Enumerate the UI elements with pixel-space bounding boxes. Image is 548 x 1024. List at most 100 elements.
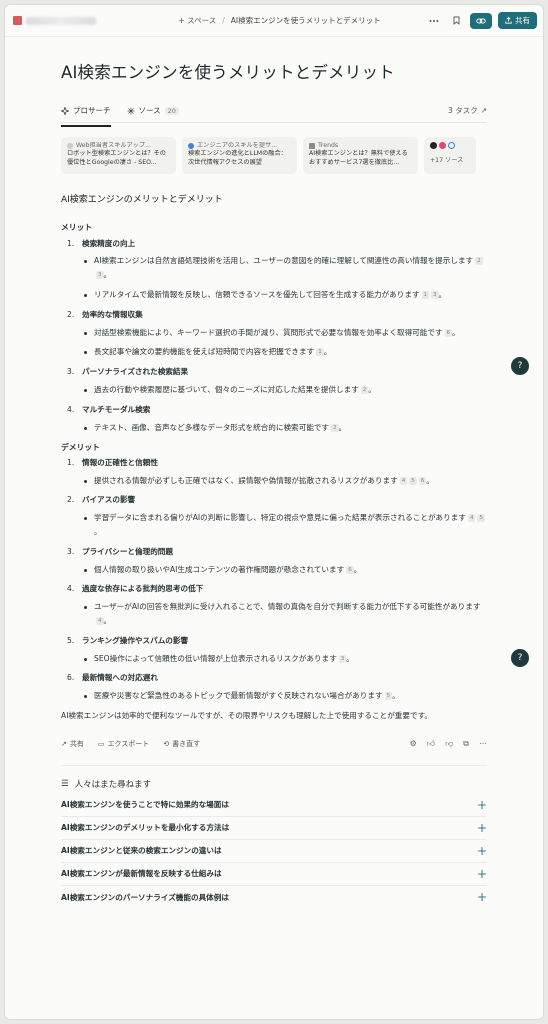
answer-body: AI検索エンジンのメリットとデメリット メリット 1. 検索精度の向上 AI検索エン… — [61, 192, 487, 723]
citation-badge[interactable]: 5 — [409, 476, 417, 485]
related-question-text: AI検索エンジンを使うことで特に効果的な場面は — [61, 800, 229, 810]
bookmark-icon[interactable] — [448, 13, 464, 29]
help-button[interactable]: ? — [511, 649, 529, 667]
tasks-label: 3 タスク — [448, 106, 478, 115]
citation-badge[interactable]: 3 — [96, 271, 104, 280]
item-heading: 3. プライバシーと倫理的問題 — [67, 545, 487, 559]
more-icon[interactable]: ⋯ — [479, 739, 487, 749]
link-icon[interactable] — [470, 12, 492, 29]
bullet-list: テキスト、画像、音声など多様なデータ形式を統合的に検索可能です 2。 — [67, 421, 487, 435]
related-question-text: AI検索エンジンと従来の検索エンジンの違いは — [61, 846, 222, 856]
source-card[interactable]: エンジニアのスキルを提サ... 検索エンジンの進化とLLMの融合：次世代情報アク… — [182, 137, 297, 174]
bullet-text: リアルタイムで最新情報を反映し、信頼できるソースを優先して回答を生成する能力があ… — [94, 290, 420, 299]
bullet-item: ユーザーがAIの回答を無批判に受け入れることで、情報の真偽を自分で判断する能力が… — [84, 600, 487, 628]
merit-list: 1. 検索精度の向上 AI検索エンジンは自然言語処理技術を活用し、ユーザーの意図を的… — [61, 237, 487, 435]
plus-icon[interactable]: + — [477, 890, 487, 904]
thumbs-down-icon[interactable]: 👎︎ — [445, 739, 453, 749]
related-question[interactable]: AI検索エンジンを使うことで特に効果的な場面は + — [61, 794, 487, 817]
list-item: 2. 効率的な情報収集対話型検索機能により、キーワード選択の手間が減り、質問形式で… — [67, 308, 487, 359]
citation-badge[interactable]: 4 — [399, 476, 408, 485]
share-icon — [505, 17, 512, 24]
plus-icon[interactable]: + — [477, 867, 487, 881]
add-space-link[interactable]: + スペース — [178, 15, 216, 26]
plus-icon[interactable]: + — [477, 844, 487, 858]
share-action-button[interactable]: ↗ 共有 — [61, 739, 84, 749]
main-content: AI検索エンジンを使うメリットとデメリット プロサーチ ソース 20 3 タスク… — [61, 37, 487, 909]
tasks-link[interactable]: 3 タスク ↗ — [448, 105, 487, 116]
user-menu[interactable] — [13, 16, 163, 25]
export-button[interactable]: ▭ エクスポート — [98, 739, 149, 749]
ellipsis-icon[interactable] — [426, 13, 442, 29]
citation-badge[interactable]: 2 — [331, 423, 339, 432]
merit-heading: メリット — [61, 223, 93, 233]
item-title: ランキング操作やスパムの影響 — [82, 635, 189, 645]
citation-badge[interactable]: 2 — [475, 257, 483, 266]
citation-badge[interactable]: 4 — [467, 514, 476, 523]
related-question[interactable]: AI検索エンジンが最新情報を反映する仕組みは + — [61, 863, 487, 886]
item-number: 2. — [67, 309, 75, 319]
source-card[interactable]: Web担当者スキルアップ... ロボット型検索エンジンとは？その優位性とGoog… — [61, 137, 176, 174]
item-title: 効率的な情報収集 — [82, 309, 143, 319]
bullet-list: 個人情報の取り扱いやAI生成コンテンツの著作権問題が懸念されています 6。 — [67, 563, 487, 577]
related-question[interactable]: AI検索エンジンのパーソナライズ機能の具体例は + — [61, 886, 487, 909]
help-label: ? — [517, 653, 523, 663]
citation-badge[interactable]: 4 — [96, 617, 104, 625]
sources-count-badge: 20 — [164, 106, 179, 115]
site-favicon-icon — [188, 143, 194, 150]
more-sources-label: +17 ソース — [430, 157, 464, 164]
thumbs-up-icon[interactable]: 👍︎ — [427, 739, 435, 749]
source-card[interactable]: Trends AI検索エンジンとは？無料で使えるおすすめサービス7選を徹底比..… — [303, 137, 418, 174]
bullet-text: 医療や災害など緊急性のあるトピックで最新情報がすぐ反映されない場合があります — [94, 691, 383, 701]
rewrite-label: 書き直す — [172, 739, 201, 748]
bullet-text: 対話型検索機能により、キーワード選択の手間が減り、質問形式で必要な情報を効率よく… — [94, 327, 443, 337]
citation-badge[interactable]: 5 — [384, 692, 393, 701]
item-title: 情報の正確性と信頼性 — [82, 457, 158, 467]
item-title: パーソナライズされた検索結果 — [82, 367, 189, 377]
bullet-list: AI検索エンジンは自然言語処理技術を活用し、ユーザーの意図を的確に理解して関連性… — [67, 254, 487, 301]
share-arrow-icon: ↗ — [61, 739, 67, 748]
avatar — [13, 16, 22, 25]
bullet-item: 学習データに含まれる偏りがAIの判断に影響し、特定の視点や意見に偏った結果が表示… — [84, 511, 487, 539]
more-sources-card[interactable]: +17 ソース — [424, 137, 476, 174]
sources-icon — [127, 107, 134, 114]
thread-title[interactable]: AI検索エンジンを使うメリットとデメリット — [231, 15, 381, 26]
citation-badge[interactable]: 6 — [444, 328, 453, 337]
tab-bar: プロサーチ ソース 20 3 タスク ↗ — [61, 102, 487, 127]
favicon-icon — [430, 142, 437, 149]
citation-badge[interactable]: 1 — [316, 348, 324, 357]
help-button[interactable]: ? — [511, 357, 529, 375]
favicon-icon — [439, 142, 446, 149]
citation-badge[interactable]: 5 — [477, 514, 485, 523]
related-question-text: AI検索エンジンのパーソナライズ機能の具体例は — [61, 892, 229, 902]
settings-icon[interactable]: ⚙ — [410, 739, 417, 749]
tab-perplexity[interactable]: プロサーチ — [61, 102, 111, 127]
bullet-text: 学習データに含まれる偏りがAIの判断に影響し、特定の視点や意見に偏った結果が表示… — [94, 513, 466, 523]
citation-badge[interactable]: 1 — [421, 291, 430, 299]
related-question[interactable]: AI検索エンジンのデメリットを最小化する方法は + — [61, 817, 487, 840]
tab-sources[interactable]: ソース 20 — [127, 102, 179, 120]
demerit-heading: デメリット — [61, 442, 100, 452]
share-action-label: 共有 — [69, 739, 84, 748]
copy-icon[interactable]: ⧉ — [463, 739, 469, 749]
bullet-list: SEO操作によって信頼性の低い情報が上位表示されるリスクがあります 3。 — [67, 652, 487, 666]
citation-badge[interactable]: 6 — [346, 565, 354, 574]
list-icon: ☰ — [61, 778, 69, 789]
site-favicon-icon — [67, 143, 73, 150]
related-title: 人々はまた尋ねます — [74, 779, 152, 790]
citation-badge[interactable]: 3 — [431, 291, 439, 299]
item-title: バイアスの影響 — [82, 495, 136, 505]
item-number: 3. — [67, 367, 75, 377]
related-question[interactable]: AI検索エンジンと従来の検索エンジンの違いは + — [61, 840, 487, 863]
list-item: 3. プライバシーと倫理的問題 個人情報の取り扱いやAI生成コンテンツの著作権問題が… — [67, 545, 487, 577]
bullet-item: 提供される情報が必ずしも正確ではなく、誤情報や偽情報が拡散されるリスクがあります… — [84, 474, 487, 488]
item-heading: 5. ランキング操作やスパムの影響 — [67, 634, 487, 648]
plus-icon[interactable]: + — [477, 798, 487, 812]
plus-icon[interactable]: + — [477, 821, 487, 835]
list-item: 4. マルチモーダル検索 テキスト、画像、音声など多様なデータ形式を統合的に検索可能… — [67, 403, 487, 435]
share-button[interactable]: 共有 — [498, 12, 537, 29]
bullet-text: AI検索エンジンは自然言語処理技術を活用し、ユーザーの意図を的確に理解して関連性… — [94, 256, 474, 266]
rewrite-button[interactable]: ⟲ 書き直す — [163, 739, 200, 749]
list-item: 1. 検索精度の向上 AI検索エンジンは自然言語処理技術を活用し、ユーザーの意図を的… — [67, 237, 487, 302]
bullet-list: 対話型検索機能により、キーワード選択の手間が減り、質問形式で必要な情報を効率よく… — [67, 326, 487, 360]
sparkle-icon — [61, 106, 69, 115]
